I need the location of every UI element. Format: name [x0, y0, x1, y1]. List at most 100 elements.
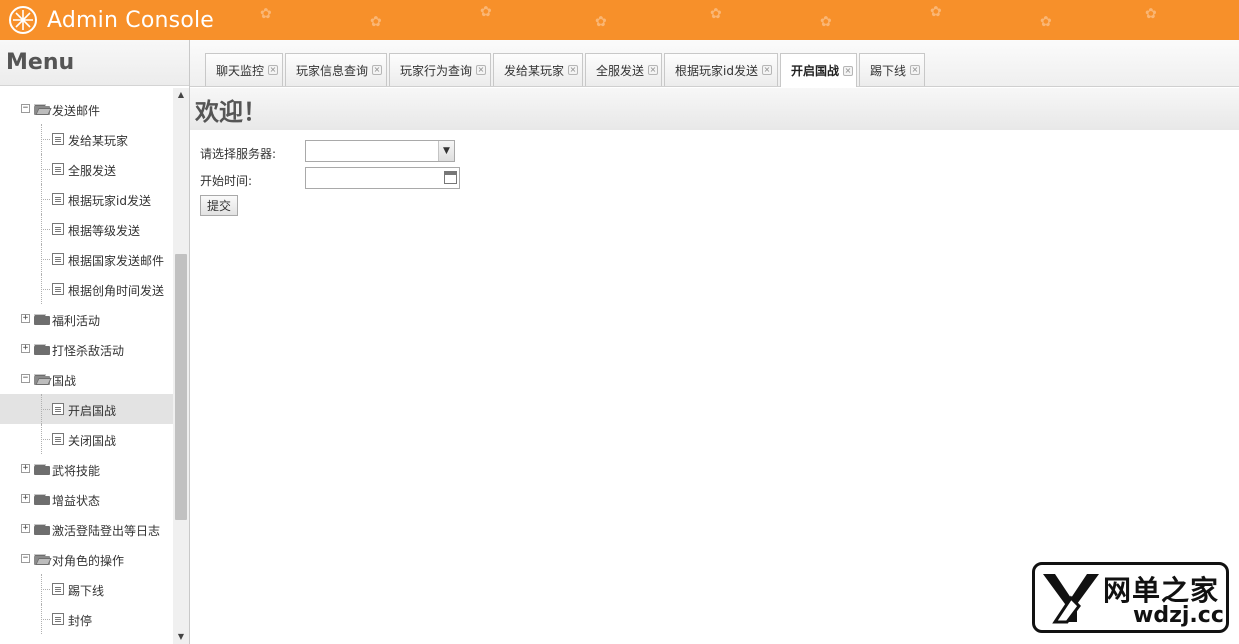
tree-item-label: 关闭国战: [68, 434, 117, 448]
app-header: Admin Console ✿ ✿ ✿ ✿ ✿ ✿ ✿ ✿ ✿: [0, 0, 1239, 40]
menu-title: Menu: [6, 50, 75, 75]
expand-icon[interactable]: +: [21, 524, 30, 533]
orange-logo-icon: [9, 6, 37, 34]
close-icon[interactable]: ×: [843, 65, 854, 76]
folder-icon: [34, 464, 50, 475]
folder-open-icon: [34, 104, 52, 115]
tree-guide-line: [41, 589, 50, 590]
tree-guide-line: [41, 259, 50, 260]
tree-item[interactable]: 开启国战: [0, 394, 173, 424]
tree-folder[interactable]: + 激活登陆登出等日志: [0, 514, 173, 544]
scroll-down-arrow-icon[interactable]: ▼: [173, 630, 189, 644]
expand-icon[interactable]: +: [21, 314, 30, 323]
tab-item[interactable]: 开启国战 ×: [780, 53, 857, 87]
sidebar-scrollbar[interactable]: ▲ ▼: [173, 88, 189, 644]
close-icon[interactable]: ×: [568, 65, 579, 75]
watermark-badge: 网单之家 wdzj.cc: [1032, 562, 1229, 633]
welcome-title: 欢迎！: [195, 97, 267, 126]
tree-folder[interactable]: − 对角色的操作: [0, 544, 173, 574]
document-icon: [52, 403, 64, 415]
document-icon: [52, 163, 64, 175]
welcome-bar: 欢迎！: [190, 88, 1239, 130]
start-time-input[interactable]: [305, 167, 460, 189]
menu-tree: − 发送邮件发给某玩家全服发送根据玩家id发送 根据等级发送根据国家发送邮件 根据创角…: [0, 88, 173, 644]
tree-item[interactable]: 踢下线: [0, 574, 173, 604]
tab-item[interactable]: 踢下线 ×: [859, 53, 925, 86]
watermark-en: wdzj.cc: [1133, 603, 1224, 628]
tab-item[interactable]: 全服发送 ×: [585, 53, 662, 86]
tree-guide-line: [41, 139, 50, 140]
tree-item-label: 根据创角时间发送: [68, 284, 165, 298]
close-icon[interactable]: ×: [648, 65, 659, 75]
tree-item-label: 根据国家发送邮件: [68, 254, 165, 268]
collapse-icon[interactable]: −: [21, 374, 30, 383]
collapse-icon[interactable]: −: [21, 104, 30, 113]
tree-item-label: 根据等级发送: [68, 224, 141, 238]
tab-item[interactable]: 根据玩家id发送 ×: [664, 53, 778, 86]
tree-guide-line: [41, 229, 50, 230]
scroll-up-arrow-icon[interactable]: ▲: [173, 88, 189, 102]
tree-folder[interactable]: + 福利活动: [0, 304, 173, 334]
tree-folder-label: 发送邮件: [52, 104, 101, 118]
tree-folder[interactable]: − 国战: [0, 364, 173, 394]
tree-folder[interactable]: − 发送邮件: [0, 94, 173, 124]
tab-item[interactable]: 玩家行为查询 ×: [389, 53, 491, 86]
server-label: 请选择服务器:: [200, 147, 277, 161]
tree-folder[interactable]: + 打怪杀敌活动: [0, 334, 173, 364]
scroll-thumb[interactable]: [175, 254, 187, 520]
tab-item[interactable]: 聊天监控 ×: [205, 53, 283, 86]
start-time-label: 开始时间:: [200, 174, 253, 188]
tree-guide-line: [41, 199, 50, 200]
document-icon: [52, 253, 64, 265]
document-icon: [52, 283, 64, 295]
folder-icon: [34, 494, 50, 505]
close-icon[interactable]: ×: [268, 65, 279, 75]
close-icon[interactable]: ×: [372, 65, 383, 75]
tree-folder-label: 国战: [52, 374, 77, 388]
tree-item[interactable]: 封停: [0, 604, 173, 634]
tree-item-label: 全服发送: [68, 164, 117, 178]
tab-label: 聊天监控: [216, 63, 265, 78]
server-select[interactable]: ▼: [305, 140, 455, 162]
tree-item[interactable]: 根据等级发送: [0, 214, 173, 244]
tree-item[interactable]: 根据国家发送邮件: [0, 244, 173, 274]
document-icon: [52, 223, 64, 235]
tree-folder-label: 激活登陆登出等日志: [52, 524, 161, 538]
tree-guide-line: [41, 409, 50, 410]
tree-item-label: 根据玩家id发送: [68, 194, 151, 208]
tree-folder-label: 对角色的操作: [52, 554, 125, 568]
close-icon[interactable]: ×: [761, 65, 772, 75]
tree-folder[interactable]: + 增益状态: [0, 484, 173, 514]
expand-icon[interactable]: +: [21, 494, 30, 503]
submit-button[interactable]: 提交: [200, 195, 238, 216]
collapse-icon[interactable]: −: [21, 554, 30, 563]
tree-item-label: 封停: [68, 614, 93, 628]
tree-item[interactable]: 根据创角时间发送: [0, 274, 173, 304]
tree-item[interactable]: 全服发送: [0, 154, 173, 184]
tree-item[interactable]: 关闭国战: [0, 424, 173, 454]
app-title: Admin Console: [47, 7, 215, 33]
tab-label: 全服发送: [596, 63, 645, 78]
tab-item[interactable]: 玩家信息查询 ×: [285, 53, 387, 86]
tab-bar: 聊天监控 × 玩家信息查询 × 玩家行为查询 × 发给某玩家 × 全服发送 × 根据玩家id发送 × 开…: [190, 40, 1239, 87]
tree-item[interactable]: 根据玩家id发送: [0, 184, 173, 214]
close-icon[interactable]: ×: [476, 65, 487, 75]
tree-item[interactable]: 发给某玩家: [0, 124, 173, 154]
tree-folder[interactable]: + 武将技能: [0, 454, 173, 484]
tab-label: 根据玩家id发送: [675, 63, 758, 78]
watermark-logo-icon: [1043, 574, 1099, 624]
tree-item-label: 发给某玩家: [68, 134, 129, 148]
tab-item[interactable]: 发给某玩家 ×: [493, 53, 583, 86]
tree-item-label: 踢下线: [68, 584, 105, 598]
tree-guide-line: [41, 169, 50, 170]
tab-label: 开启国战: [791, 64, 840, 78]
tab-label: 玩家信息查询: [296, 63, 369, 78]
chevron-down-icon[interactable]: ▼: [438, 141, 454, 161]
folder-icon: [34, 314, 50, 325]
document-icon: [52, 433, 64, 445]
close-icon[interactable]: ×: [910, 65, 921, 75]
calendar-icon[interactable]: [444, 171, 457, 184]
expand-icon[interactable]: +: [21, 464, 30, 473]
tree-item-label: 开启国战: [68, 404, 117, 418]
expand-icon[interactable]: +: [21, 344, 30, 353]
